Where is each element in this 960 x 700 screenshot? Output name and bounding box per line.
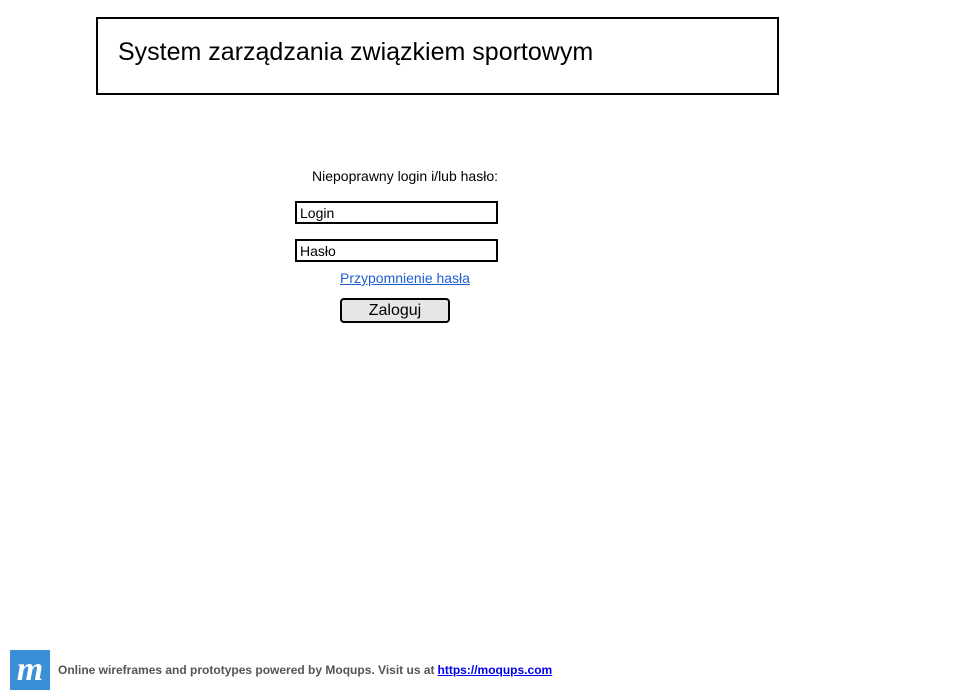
login-input[interactable]: [295, 201, 498, 224]
login-error-message: Niepoprawny login i/lub hasło:: [312, 168, 498, 184]
login-button[interactable]: Zaloguj: [340, 298, 450, 323]
moqups-logo-icon[interactable]: m: [10, 650, 50, 690]
page-title: System zarządzania związkiem sportowym: [118, 38, 594, 66]
password-reset-link[interactable]: Przypomnienie hasła: [340, 270, 470, 286]
moqups-link[interactable]: https://moqups.com: [438, 663, 553, 677]
header-box: System zarządzania związkiem sportowym: [96, 17, 779, 95]
footer-text: Online wireframes and prototypes powered…: [58, 663, 435, 677]
password-input[interactable]: [295, 239, 498, 262]
footer: m Online wireframes and prototypes power…: [10, 650, 552, 690]
page: System zarządzania związkiem sportowym N…: [0, 0, 960, 700]
